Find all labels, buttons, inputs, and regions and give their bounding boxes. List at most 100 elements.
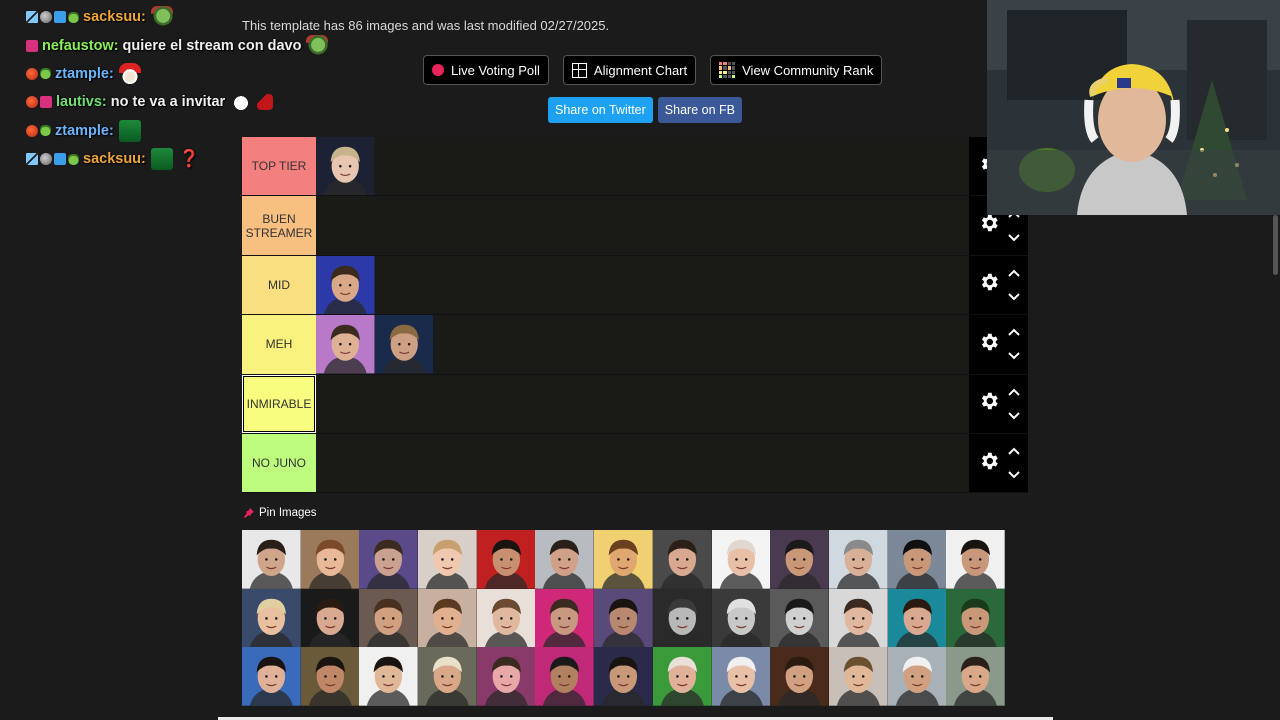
tier-drop-zone[interactable] bbox=[316, 255, 969, 315]
bank-image[interactable] bbox=[828, 530, 888, 589]
bank-image[interactable] bbox=[828, 588, 888, 648]
bank-image[interactable] bbox=[535, 588, 595, 648]
alignment-chart-button[interactable]: Alignment Chart bbox=[562, 55, 697, 85]
bank-image[interactable] bbox=[359, 530, 419, 589]
chat-badges bbox=[26, 11, 79, 24]
scrollbar-thumb[interactable] bbox=[1273, 215, 1278, 275]
toolbar: Live Voting Poll Alignment Chart View Co… bbox=[423, 55, 883, 85]
red-badge-icon bbox=[26, 96, 38, 109]
bank-image[interactable] bbox=[359, 647, 419, 707]
bank-image[interactable] bbox=[887, 647, 947, 707]
tier-label[interactable]: MEH bbox=[242, 315, 316, 374]
tier-drop-zone[interactable] bbox=[316, 196, 969, 255]
bank-image[interactable] bbox=[887, 588, 947, 648]
tier-label[interactable]: INMIRABLE bbox=[242, 374, 316, 433]
bank-image[interactable] bbox=[652, 647, 712, 707]
chevron-down-icon[interactable] bbox=[1007, 466, 1020, 484]
chevron-down-icon[interactable] bbox=[1007, 407, 1020, 425]
bank-image[interactable] bbox=[946, 588, 1005, 648]
bank-image[interactable] bbox=[242, 588, 301, 648]
frog-badge-icon bbox=[68, 11, 79, 23]
bank-image[interactable] bbox=[418, 647, 477, 707]
pin-images-toggle[interactable]: Pin Images bbox=[243, 507, 317, 519]
chevron-up-icon[interactable] bbox=[1007, 323, 1020, 341]
bank-image[interactable] bbox=[300, 588, 360, 648]
tier-label[interactable]: NO JUNO bbox=[242, 433, 316, 493]
pin-images-label: Pin Images bbox=[259, 507, 317, 519]
chevron-up-icon[interactable] bbox=[1007, 442, 1020, 460]
bank-image[interactable] bbox=[828, 647, 888, 707]
chat-message: lautivs: no te va a invitar bbox=[26, 88, 346, 116]
hat-emote-icon bbox=[257, 94, 274, 111]
bank-image[interactable] bbox=[476, 530, 536, 589]
chevron-up-icon[interactable] bbox=[1007, 264, 1020, 282]
gear-icon[interactable] bbox=[978, 271, 1000, 298]
gear-icon[interactable] bbox=[978, 390, 1000, 417]
tier-item-image[interactable] bbox=[316, 255, 375, 315]
community-rank-button[interactable]: View Community Rank bbox=[710, 55, 883, 85]
tier-drop-zone[interactable] bbox=[316, 137, 969, 196]
gear-icon[interactable] bbox=[978, 331, 1000, 358]
gear-icon[interactable] bbox=[978, 212, 1000, 239]
tier-drop-zone[interactable] bbox=[316, 315, 969, 374]
chevron-down-icon[interactable] bbox=[1007, 229, 1020, 247]
tier-move-arrows bbox=[1007, 323, 1020, 365]
image-bank bbox=[242, 530, 1005, 707]
bank-image[interactable] bbox=[418, 588, 477, 648]
frogbox-emote-icon bbox=[118, 119, 141, 142]
bank-image[interactable] bbox=[242, 647, 301, 707]
tier-drop-zone[interactable] bbox=[316, 374, 969, 433]
bank-image[interactable] bbox=[770, 647, 829, 707]
bank-image[interactable] bbox=[242, 530, 301, 589]
bank-image[interactable] bbox=[476, 647, 536, 707]
bank-image[interactable] bbox=[946, 530, 1005, 589]
bank-image[interactable] bbox=[946, 647, 1005, 707]
chevron-down-icon[interactable] bbox=[1007, 347, 1020, 365]
page-scrollbar[interactable] bbox=[1270, 215, 1280, 720]
bank-image[interactable] bbox=[594, 647, 653, 707]
tier-label[interactable]: MID bbox=[242, 255, 316, 315]
bank-image[interactable] bbox=[594, 530, 653, 589]
bank-image[interactable] bbox=[359, 588, 419, 648]
bank-image[interactable] bbox=[711, 588, 771, 648]
chat-message-text: no te va a invitar bbox=[110, 94, 226, 111]
gear-icon[interactable] bbox=[978, 450, 1000, 477]
bank-image[interactable] bbox=[652, 530, 712, 589]
bank-image[interactable] bbox=[476, 588, 536, 648]
tier-drop-zone[interactable] bbox=[316, 433, 969, 493]
tier-colors-icon bbox=[719, 62, 736, 78]
bank-image[interactable] bbox=[711, 647, 771, 707]
tier-item-image[interactable] bbox=[316, 137, 375, 196]
bank-image[interactable] bbox=[770, 588, 829, 648]
tier-controls bbox=[969, 374, 1028, 433]
live-voting-poll-button[interactable]: Live Voting Poll bbox=[423, 55, 549, 85]
tier-label[interactable]: TOP TIER bbox=[242, 137, 316, 196]
bank-image[interactable] bbox=[535, 647, 595, 707]
bank-image[interactable] bbox=[652, 588, 712, 648]
bank-image[interactable] bbox=[300, 647, 360, 707]
question-emote-icon: ❓ bbox=[178, 149, 201, 169]
tier-label[interactable]: BUEN STREAMER bbox=[242, 196, 316, 255]
tier-item-image[interactable] bbox=[374, 315, 434, 374]
frog-badge-icon bbox=[68, 153, 79, 165]
tier-row: BUEN STREAMER bbox=[242, 196, 1028, 256]
screen: { "chat": [ {"badges": ["sword", "grey",… bbox=[0, 0, 1280, 720]
chevron-up-icon[interactable] bbox=[1007, 383, 1020, 401]
tier-controls bbox=[969, 315, 1028, 374]
bank-image[interactable] bbox=[300, 530, 360, 589]
bank-image[interactable] bbox=[770, 530, 829, 589]
bank-image[interactable] bbox=[418, 530, 477, 589]
bank-image[interactable] bbox=[535, 530, 595, 589]
share-buttons: Share on Twitter Share on FB bbox=[548, 97, 742, 123]
bank-image[interactable] bbox=[711, 530, 771, 589]
tier-item-image[interactable] bbox=[316, 315, 375, 374]
share-twitter-button[interactable]: Share on Twitter bbox=[548, 97, 653, 123]
bank-image[interactable] bbox=[594, 588, 653, 648]
chevron-down-icon[interactable] bbox=[1007, 288, 1020, 306]
chat-username: sacksuu: bbox=[83, 151, 146, 168]
chat-username: nefaustow: bbox=[42, 37, 119, 54]
grey-badge-icon bbox=[40, 153, 52, 166]
bank-image[interactable] bbox=[887, 530, 947, 589]
share-facebook-button[interactable]: Share on FB bbox=[657, 97, 742, 123]
tier-row: TOP TIER bbox=[242, 137, 1028, 197]
